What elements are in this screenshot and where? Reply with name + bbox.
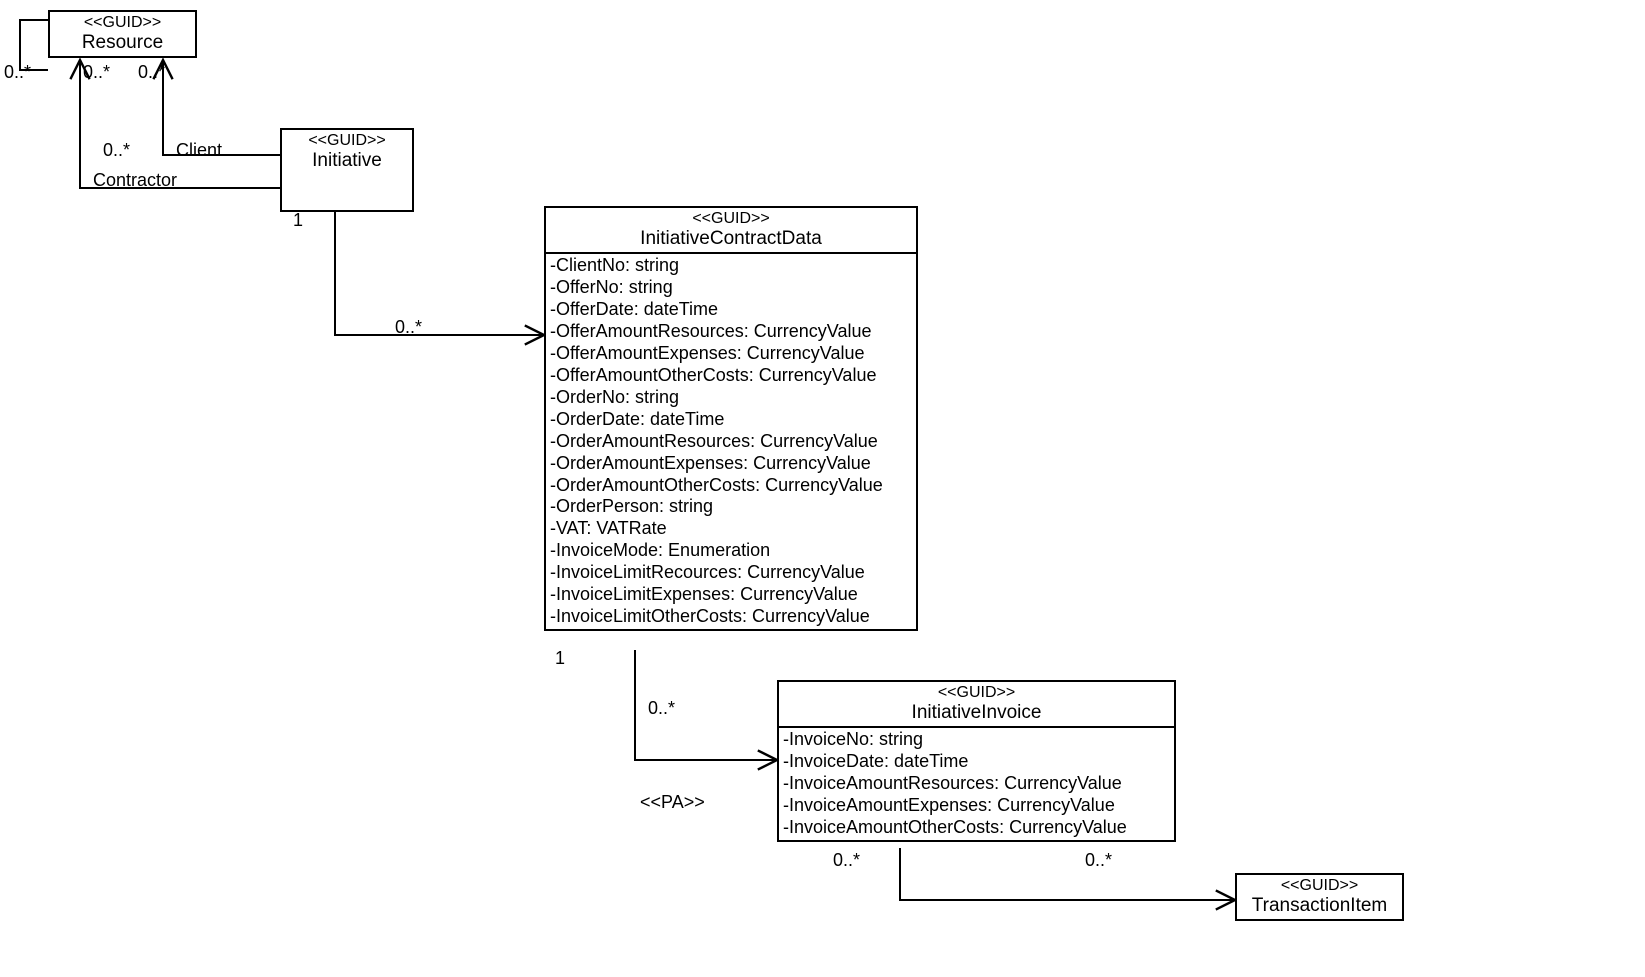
label-contract-invoice-1: 1 xyxy=(555,648,565,669)
class-resource-stereotype: <<GUID>> xyxy=(58,14,187,32)
label-contractor-role: Contractor xyxy=(93,170,177,191)
class-resource: <<GUID>> Resource xyxy=(48,10,197,58)
class-ii-stereotype: <<GUID>> xyxy=(787,684,1166,702)
attr: -InvoiceLimitExpenses: CurrencyValue xyxy=(550,584,912,606)
label-client-near-initiative: 0..* xyxy=(103,140,130,161)
attr: -OfferDate: dateTime xyxy=(550,299,912,321)
attr: -OrderAmountOtherCosts: CurrencyValue xyxy=(550,475,912,497)
class-ii-attrs: -InvoiceNo: string -InvoiceDate: dateTim… xyxy=(779,728,1174,840)
attr: -InvoiceNo: string xyxy=(783,729,1170,751)
label-client-near-resource: 0..* xyxy=(138,62,165,83)
attr: -ClientNo: string xyxy=(550,255,912,277)
attr: -OfferAmountExpenses: CurrencyValue xyxy=(550,343,912,365)
attr: -OfferAmountResources: CurrencyValue xyxy=(550,321,912,343)
class-initiative-name: Initiative xyxy=(290,150,404,172)
class-ii-header: <<GUID>> InitiativeInvoice xyxy=(779,682,1174,728)
attr: -VAT: VATRate xyxy=(550,518,912,540)
class-icd-stereotype: <<GUID>> xyxy=(554,210,908,228)
class-initiative: <<GUID>> Initiative xyxy=(280,128,414,212)
class-initiative-header: <<GUID>> Initiative xyxy=(282,130,412,174)
label-invoice-transaction-near-invoice: 0..* xyxy=(833,850,860,871)
attr: -InvoiceLimitOtherCosts: CurrencyValue xyxy=(550,606,912,628)
label-initiative-contract-many: 0..* xyxy=(395,317,422,338)
attr: -OrderAmountExpenses: CurrencyValue xyxy=(550,453,912,475)
attr: -OrderDate: dateTime xyxy=(550,409,912,431)
assoc-invoice-transaction xyxy=(900,848,1235,900)
attr: -OfferNo: string xyxy=(550,277,912,299)
attr: -InvoiceDate: dateTime xyxy=(783,751,1170,773)
class-initiative-stereotype: <<GUID>> xyxy=(290,132,404,150)
class-ti-name: TransactionItem xyxy=(1245,895,1394,917)
attr: -OrderAmountResources: CurrencyValue xyxy=(550,431,912,453)
label-contract-invoice-many: 0..* xyxy=(648,698,675,719)
assoc-initiative-contractdata xyxy=(335,208,544,335)
attr: -OfferAmountOtherCosts: CurrencyValue xyxy=(550,365,912,387)
class-ii-name: InitiativeInvoice xyxy=(787,702,1166,724)
attr: -InvoiceMode: Enumeration xyxy=(550,540,912,562)
label-pa-stereotype: <<PA>> xyxy=(640,792,705,813)
class-transactionitem: <<GUID>> TransactionItem xyxy=(1235,873,1404,921)
class-initiativeinvoice: <<GUID>> InitiativeInvoice -InvoiceNo: s… xyxy=(777,680,1176,842)
attr: -OrderNo: string xyxy=(550,387,912,409)
label-contractor-near-resource: 0..* xyxy=(83,62,110,83)
class-icd-header: <<GUID>> InitiativeContractData xyxy=(546,208,916,254)
attr: -InvoiceAmountExpenses: CurrencyValue xyxy=(783,795,1170,817)
class-icd-name: InitiativeContractData xyxy=(554,228,908,250)
label-resource-self: 0..* xyxy=(4,62,31,83)
class-resource-header: <<GUID>> Resource xyxy=(50,12,195,56)
attr: -InvoiceAmountResources: CurrencyValue xyxy=(783,773,1170,795)
attr: -InvoiceLimitRecources: CurrencyValue xyxy=(550,562,912,584)
attr: -InvoiceAmountOtherCosts: CurrencyValue xyxy=(783,817,1170,839)
class-icd-attrs: -ClientNo: string -OfferNo: string -Offe… xyxy=(546,254,916,629)
class-ti-header: <<GUID>> TransactionItem xyxy=(1237,875,1402,919)
class-initiativecontractdata: <<GUID>> InitiativeContractData -ClientN… xyxy=(544,206,918,631)
label-invoice-transaction-near-transaction: 0..* xyxy=(1085,850,1112,871)
attr: -OrderPerson: string xyxy=(550,496,912,518)
class-resource-name: Resource xyxy=(58,32,187,54)
class-ti-stereotype: <<GUID>> xyxy=(1245,877,1394,895)
label-initiative-contract-1: 1 xyxy=(293,210,303,231)
label-client-role: Client xyxy=(176,140,222,161)
